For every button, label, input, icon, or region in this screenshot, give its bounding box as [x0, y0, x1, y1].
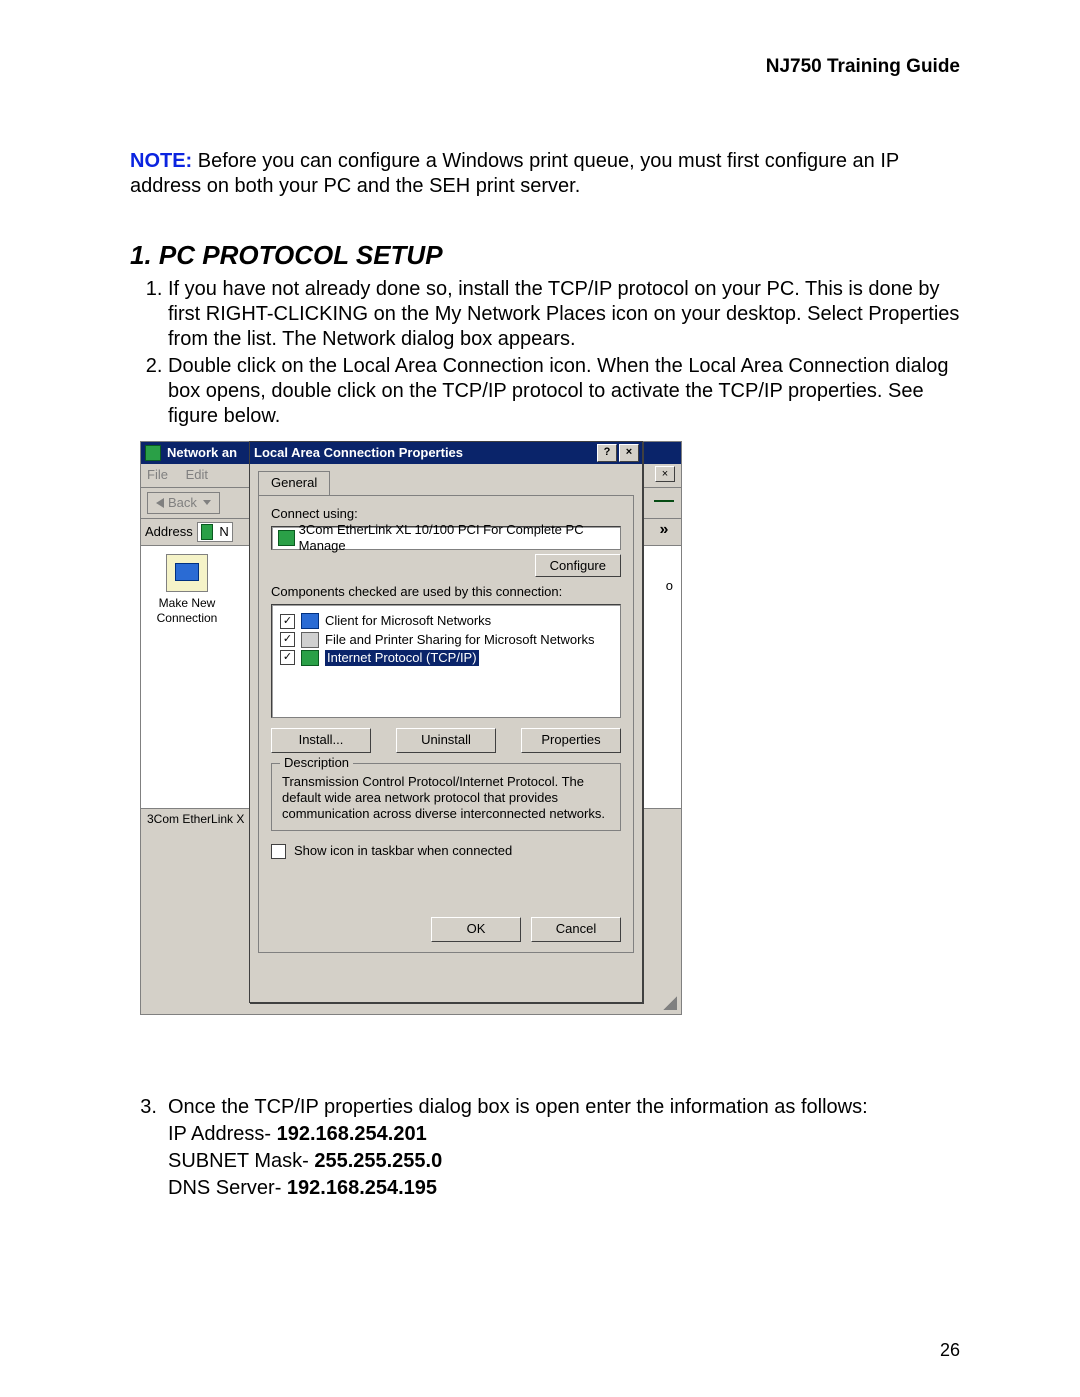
steps-list: If you have not already done so, install… — [130, 277, 960, 429]
overflow-chevron-icon[interactable]: » — [660, 520, 669, 540]
adapter-field[interactable]: 3Com EtherLink XL 10/100 PCI For Complet… — [271, 526, 621, 550]
configure-row: Configure — [271, 558, 621, 574]
checkbox-fileshare[interactable]: ✓ — [280, 632, 295, 647]
arrow-left-icon — [156, 498, 164, 508]
component-buttons: Install... Uninstall Properties — [271, 728, 621, 752]
page-header: NJ750 Training Guide — [130, 55, 960, 79]
component-client-label: Client for Microsoft Networks — [325, 613, 491, 629]
ip-label: IP Address- — [168, 1123, 277, 1145]
cancel-button[interactable]: Cancel — [531, 917, 621, 941]
client-icon — [301, 613, 319, 629]
dialog-buttons: OK Cancel — [431, 917, 621, 941]
tcpip-icon — [301, 650, 319, 666]
lan-properties-dialog: Local Area Connection Properties ? × Gen… — [249, 441, 643, 1003]
description-text: Transmission Control Protocol/Internet P… — [282, 774, 610, 823]
step-3-text: Once the TCP/IP properties dialog box is… — [168, 1096, 868, 1118]
help-button[interactable]: ? — [597, 444, 617, 462]
menu-edit[interactable]: Edit — [186, 467, 208, 482]
right-toolbar-strip: × » — [649, 466, 679, 536]
component-fileshare-label: File and Printer Sharing for Microsoft N… — [325, 632, 594, 648]
dialog-titlebar: Local Area Connection Properties ? × — [250, 442, 642, 464]
section-title: 1. PC PROTOCOL SETUP — [130, 239, 960, 272]
components-label: Components checked are used by this conn… — [271, 584, 621, 600]
tab-panel-general: Connect using: 3Com EtherLink XL 10/100 … — [258, 495, 634, 953]
configure-button[interactable]: Configure — [535, 554, 621, 577]
screenshot-figure: Network an File Edit Back Address N — [140, 441, 680, 1015]
component-client[interactable]: ✓ Client for Microsoft Networks — [280, 613, 612, 629]
back-label: Back — [168, 495, 197, 511]
subnet-label: SUBNET Mask- — [168, 1150, 314, 1172]
install-button[interactable]: Install... — [271, 728, 371, 752]
step-3-list: Once the TCP/IP properties dialog box is… — [130, 1095, 960, 1201]
make-new-connection-icon — [166, 554, 208, 592]
dns-line: DNS Server- 192.168.254.195 — [168, 1176, 960, 1201]
ip-line: IP Address- 192.168.254.201 — [168, 1122, 960, 1147]
explorer-title: Network an — [167, 445, 237, 461]
explorer-window: Network an File Edit Back Address N — [140, 441, 682, 1015]
checkbox-tcpip[interactable]: ✓ — [280, 650, 295, 665]
note-label: NOTE: — [130, 150, 192, 172]
subnet-line: SUBNET Mask- 255.255.255.0 — [168, 1149, 960, 1174]
note-paragraph: NOTE: Before you can configure a Windows… — [130, 149, 960, 199]
network-places-icon — [145, 445, 161, 461]
tab-general[interactable]: General — [258, 471, 330, 495]
doc-title: NJ750 Training Guide — [766, 56, 960, 77]
component-tcpip[interactable]: ✓ Internet Protocol (TCP/IP) — [280, 650, 612, 666]
subnet-value: 255.255.255.0 — [314, 1150, 442, 1172]
note-text: Before you can configure a Windows print… — [130, 150, 899, 197]
step-2: Double click on the Local Area Connectio… — [168, 354, 960, 429]
dns-value: 192.168.254.195 — [287, 1177, 437, 1199]
make-new-connection-item[interactable]: Make New Connection — [147, 554, 227, 626]
tabstrip: General — [250, 464, 642, 494]
taskbar-checkbox-row[interactable]: Show icon in taskbar when connected — [271, 843, 621, 859]
page-number: 26 — [940, 1339, 960, 1362]
printer-icon — [301, 632, 319, 648]
menu-file[interactable]: File — [147, 467, 168, 482]
checkbox-client[interactable]: ✓ — [280, 614, 295, 629]
item-line2: Connection — [147, 611, 227, 626]
address-icon — [201, 524, 214, 540]
connect-using-label: Connect using: — [271, 506, 621, 522]
component-tcpip-label: Internet Protocol (TCP/IP) — [325, 650, 479, 666]
dns-label: DNS Server- — [168, 1177, 287, 1199]
step-1: If you have not already done so, install… — [168, 277, 960, 352]
item-line1: Make New — [147, 596, 227, 611]
adapter-name: 3Com EtherLink XL 10/100 PCI For Complet… — [299, 522, 614, 555]
address-box[interactable]: N — [197, 522, 233, 542]
description-group: Description Transmission Control Protoco… — [271, 763, 621, 832]
status-text: 3Com EtherLink X — [147, 812, 244, 826]
taskbar-label: Show icon in taskbar when connected — [294, 843, 512, 859]
adapter-icon — [278, 530, 295, 546]
properties-button[interactable]: Properties — [521, 728, 621, 752]
resize-grip-icon[interactable] — [663, 996, 677, 1010]
tray-icon — [654, 500, 674, 502]
uninstall-button[interactable]: Uninstall — [396, 728, 496, 752]
address-letter: N — [219, 524, 228, 540]
right-o-text: o — [666, 578, 673, 594]
dialog-title: Local Area Connection Properties — [254, 445, 463, 461]
ok-button[interactable]: OK — [431, 917, 521, 941]
chevron-down-icon — [203, 500, 211, 505]
component-fileshare[interactable]: ✓ File and Printer Sharing for Microsoft… — [280, 632, 612, 648]
window-close-button[interactable]: × — [655, 466, 675, 482]
address-label: Address — [145, 524, 193, 540]
step-3: Once the TCP/IP properties dialog box is… — [168, 1095, 960, 1201]
back-button[interactable]: Back — [147, 492, 220, 514]
ip-value: 192.168.254.201 — [277, 1123, 427, 1145]
close-button[interactable]: × — [619, 444, 639, 462]
description-legend: Description — [280, 755, 353, 771]
components-list[interactable]: ✓ Client for Microsoft Networks ✓ File a… — [271, 604, 621, 718]
checkbox-taskbar[interactable] — [271, 844, 286, 859]
